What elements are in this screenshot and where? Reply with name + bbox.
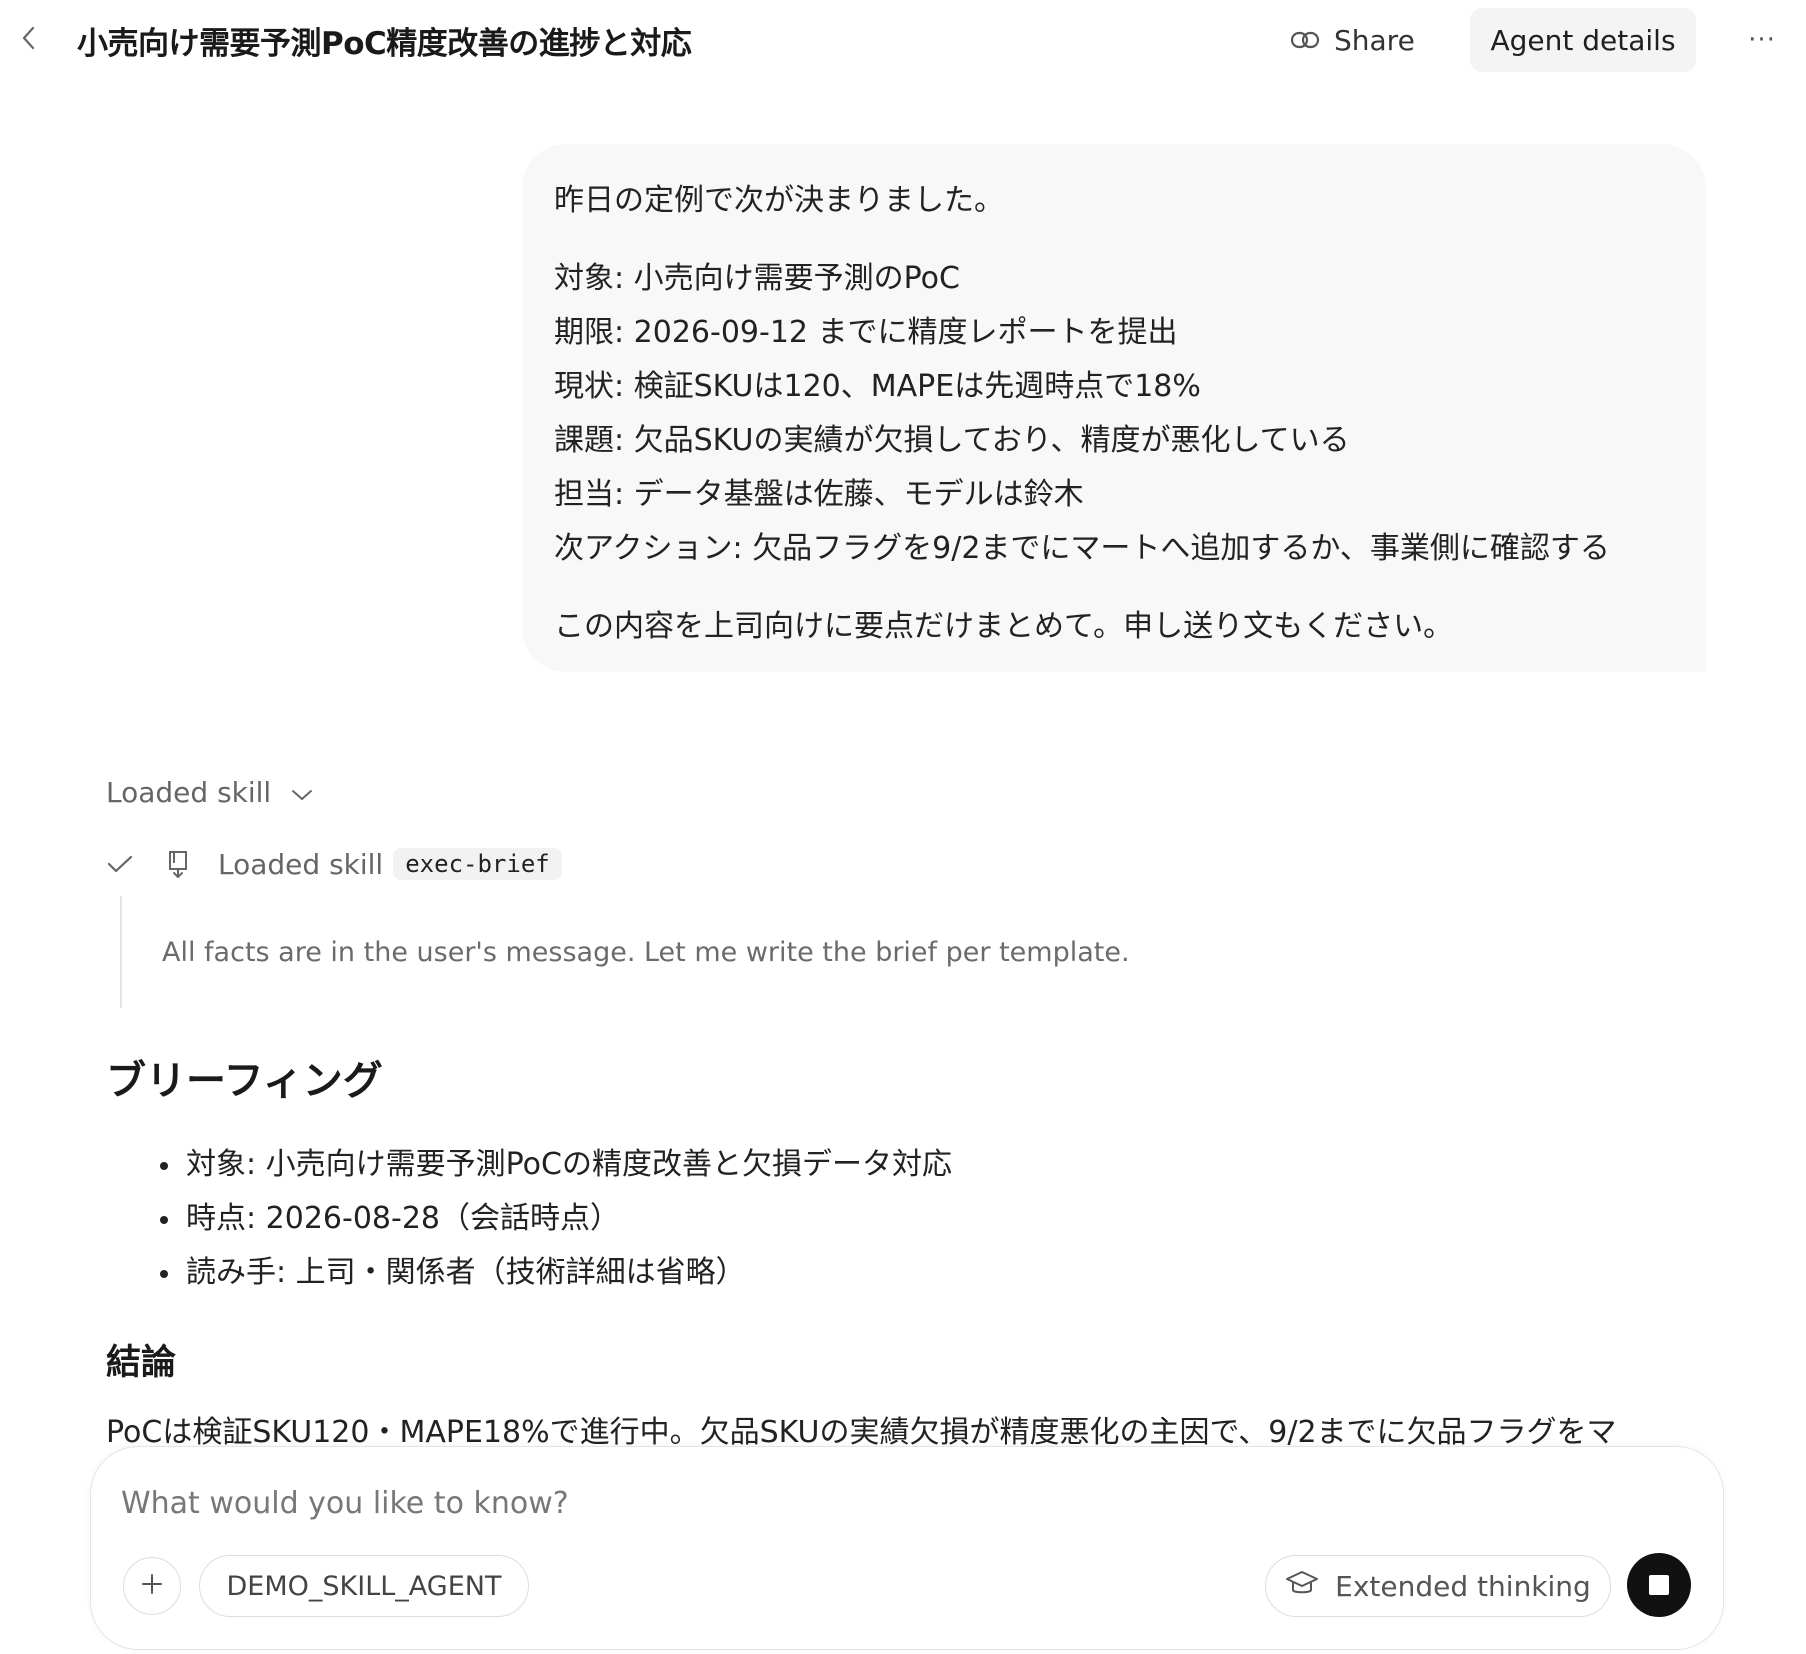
check-icon: [106, 853, 140, 875]
chat-page: 小売向け需要予測PoC精度改善の進捗と対応 Share Agent detail…: [0, 0, 1806, 1654]
message-composer: DEMO_SKILL_AGENT Extended thinking: [90, 1446, 1724, 1650]
message-line: 昨日の定例で次が決まりました。: [554, 183, 1004, 218]
thinking-text-content: All facts are in the user's message. Let…: [162, 936, 1130, 968]
share-button[interactable]: Share: [1282, 14, 1432, 66]
list-item: 読み手: 上司・関係者（技術詳細は省略）: [156, 1246, 952, 1300]
conclusion-heading: 結論: [106, 1343, 177, 1383]
agent-details-button[interactable]: Agent details: [1470, 8, 1696, 72]
message-line: 次アクション: 欠品フラグを9/2までにマートへ追加するか、事業側に確認する: [554, 531, 1610, 566]
conclusion-text: PoCは検証SKU120・MAPE18%で進行中。欠品SKUの実績欠損が精度悪化…: [106, 1415, 1617, 1450]
loaded-skill-toggle[interactable]: Loaded skill: [106, 770, 313, 814]
skill-name-code: exec-brief: [393, 848, 562, 880]
extended-thinking-toggle[interactable]: Extended thinking: [1265, 1555, 1611, 1617]
chevron-down-icon: [291, 776, 313, 809]
response-bullet-list: 対象: 小売向け需要予測PoCの精度改善と欠損データ対応 時点: 2026-08…: [156, 1138, 952, 1300]
message-line: 課題: 欠品SKUの実績が欠損しており、精度が悪化している: [554, 423, 1350, 458]
header-bar: 小売向け需要予測PoC精度改善の進捗と対応 Share Agent detail…: [0, 0, 1806, 80]
conclusion-paragraph: PoCは検証SKU120・MAPE18%で進行中。欠品SKUの実績欠損が精度悪化…: [106, 1412, 1726, 1450]
more-options-button[interactable]: ···: [1740, 18, 1784, 62]
message-line: 担当: データ基盤は佐藤、モデルは鈴木: [554, 477, 1084, 512]
extended-thinking-label: Extended thinking: [1335, 1569, 1591, 1603]
list-item: 対象: 小売向け需要予測PoCの精度改善と欠損データ対応: [156, 1138, 952, 1192]
message-line: 対象: 小売向け需要予測のPoC: [554, 261, 960, 296]
link-icon: [1290, 24, 1320, 57]
message-line: 期限: 2026-09-12 までに精度レポートを提出: [554, 315, 1178, 350]
list-item: 時点: 2026-08-28（会話時点）: [156, 1192, 952, 1246]
book-icon: [166, 849, 196, 879]
graduation-cap-icon: [1285, 1568, 1319, 1605]
back-button[interactable]: [14, 22, 44, 58]
add-attachment-button[interactable]: [123, 1557, 181, 1615]
plus-icon: [140, 1572, 164, 1600]
message-line: 現状: 検証SKUは120、MAPEは先週時点で18%: [554, 369, 1201, 404]
stop-icon: [1649, 1575, 1669, 1595]
loaded-skill-row: Loaded skill exec-brief: [106, 842, 562, 886]
stop-generation-button[interactable]: [1627, 1553, 1691, 1617]
chevron-left-icon: [21, 25, 37, 55]
response-heading: ブリーフィング: [106, 1058, 383, 1104]
loaded-skill-toggle-label: Loaded skill: [106, 775, 272, 809]
loaded-skill-label: Loaded skill: [218, 847, 384, 881]
user-message-bubble: 昨日の定例で次が決まりました。 対象: 小売向け需要予測のPoC 期限: 202…: [522, 144, 1706, 672]
thinking-text: All facts are in the user's message. Let…: [120, 896, 1130, 1008]
message-input[interactable]: [121, 1479, 1621, 1527]
page-title: 小売向け需要予測PoC精度改善の進捗と対応: [77, 26, 692, 62]
agent-selector-chip[interactable]: DEMO_SKILL_AGENT: [199, 1555, 529, 1617]
message-line: この内容を上司向けに要点だけまとめて。申し送り文もください。: [554, 609, 1454, 644]
share-label: Share: [1334, 23, 1415, 57]
